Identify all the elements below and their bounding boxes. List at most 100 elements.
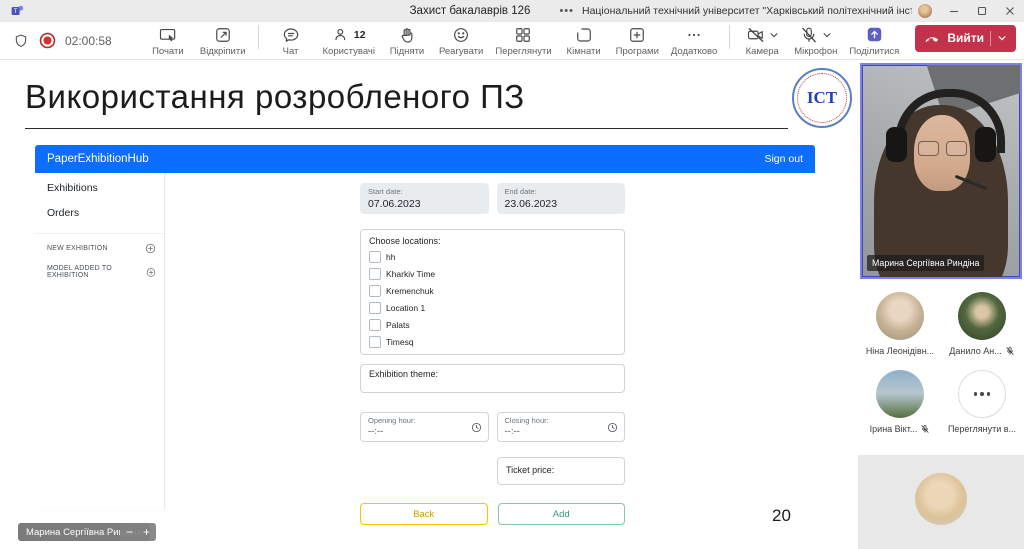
avatar [876, 370, 924, 418]
account-name[interactable]: Національний технічний університет "Харк… [582, 5, 912, 17]
participants-panel: Марина Сергіївна Риндіна Ніна Леонідівн.… [858, 60, 1024, 549]
participant-tile[interactable]: Ірина Вікт... [864, 370, 936, 434]
sign-out-link[interactable]: Sign out [764, 153, 803, 165]
speaker-name-tag: Марина Сергіївна Риндіна [867, 255, 984, 271]
participants-count-badge: 12 [354, 29, 366, 41]
rooms-button[interactable]: Кімнати [558, 24, 610, 58]
app-brand: PaperExhibitionHub [47, 153, 149, 165]
closing-hour-input[interactable]: Closing hour: --:-- [497, 412, 626, 442]
mic-off-icon [920, 424, 930, 434]
location-checkbox-palats[interactable]: Palats [369, 319, 616, 331]
window-titlebar: T Захист бакалаврів 126 ••• Національний… [0, 0, 1024, 22]
clock-icon[interactable] [471, 422, 482, 433]
chat-icon [281, 25, 301, 45]
checkbox[interactable] [369, 319, 381, 331]
locations-label: Choose locations: [369, 236, 616, 246]
titlebar-overflow-icon[interactable]: ••• [559, 5, 574, 17]
zoom-in-button[interactable]: + [143, 526, 150, 538]
maximize-button[interactable] [968, 0, 996, 22]
recording-indicator-icon [39, 32, 56, 49]
expand-circle-icon[interactable] [145, 243, 156, 254]
location-checkbox-location-1[interactable]: Location 1 [369, 302, 616, 314]
add-button[interactable]: Add [498, 503, 626, 525]
app-header: PaperExhibitionHub Sign out [35, 145, 815, 173]
ict-department-logo: ІСТ [792, 68, 852, 128]
checkbox[interactable] [369, 251, 381, 263]
checkbox[interactable] [369, 268, 381, 280]
participant-tiles: Ніна Леонідівн... Данило Ан... Ірина Вік… [864, 292, 1018, 434]
participants-button[interactable]: 12 Користувачі [317, 24, 381, 58]
more-button[interactable]: Додатково [665, 24, 723, 58]
expand-circle-icon[interactable] [146, 267, 156, 278]
camera-button[interactable]: Камера [736, 24, 788, 58]
app-sidebar: Exhibitions Orders NEW EXHIBITION MODEL … [35, 173, 165, 510]
chat-button[interactable]: Чат [265, 24, 317, 58]
checkbox[interactable] [369, 336, 381, 348]
avatar [876, 292, 924, 340]
opening-hour-input[interactable]: Opening hour: --:-- [360, 412, 489, 442]
meeting-title: Захист бакалаврів 126 [410, 5, 531, 17]
raise-hand-button[interactable]: Підняти [381, 24, 433, 58]
breakout-rooms-icon [574, 25, 594, 45]
sidebar-item-exhibitions[interactable]: Exhibitions [35, 173, 164, 198]
end-date-field[interactable]: End date: 23.06.2023 [497, 183, 626, 214]
slide-title: Використання розробленого ПЗ [25, 78, 525, 116]
avatar [958, 292, 1006, 340]
account-avatar[interactable] [918, 4, 932, 18]
mic-off-icon [799, 25, 819, 45]
ticket-price-input[interactable]: Ticket price: [497, 457, 625, 485]
locations-group: Choose locations: hh Kharkiv Time Kremen… [360, 229, 625, 355]
present-screen-icon [158, 25, 178, 45]
microphone-button[interactable]: Мікрофон [788, 24, 843, 58]
apps-plus-icon [627, 25, 647, 45]
unpin-icon [213, 25, 233, 45]
participant-tile[interactable]: Данило Ан... [946, 292, 1018, 356]
stage-zoom-controls: − + [120, 523, 156, 541]
teams-logo-icon: T [10, 3, 26, 19]
toolbar-divider [258, 25, 259, 49]
unpin-button[interactable]: Відкріпити [194, 24, 252, 58]
meeting-toolbar: 02:00:58 Почати Відкріпити Чат [0, 22, 1024, 60]
camera-off-icon [746, 25, 766, 45]
svg-text:T: T [14, 9, 18, 15]
start-presenting-button[interactable]: Почати [142, 24, 194, 58]
zoom-out-button[interactable]: − [126, 526, 133, 538]
checkbox[interactable] [369, 302, 381, 314]
close-button[interactable] [996, 0, 1024, 22]
slide-page-number: 20 [772, 506, 791, 526]
participant-tile[interactable]: Ніна Леонідівн... [864, 292, 936, 356]
apps-button[interactable]: Програми [610, 24, 665, 58]
chevron-down-icon[interactable] [822, 30, 832, 40]
minimize-button[interactable] [940, 0, 968, 22]
location-checkbox-hh[interactable]: hh [369, 251, 616, 263]
speaker-video-tile[interactable]: Марина Сергіївна Риндіна [860, 63, 1022, 279]
react-button[interactable]: Реагувати [433, 24, 489, 58]
self-avatar [915, 473, 967, 525]
exhibition-theme-input[interactable]: Exhibition theme: [360, 364, 625, 393]
view-more-participants-tile[interactable]: Переглянути в... [946, 370, 1018, 434]
sidebar-section-model-added[interactable]: MODEL ADDED TO EXHIBITION [35, 256, 164, 281]
location-checkbox-kremenchuk[interactable]: Kremenchuk [369, 285, 616, 297]
toolbar-divider [729, 25, 730, 49]
back-button[interactable]: Back [360, 503, 488, 525]
exhibition-form: Start date: 07.06.2023 End date: 23.06.2… [360, 183, 625, 525]
sidebar-item-orders[interactable]: Orders [35, 198, 164, 223]
clock-icon[interactable] [607, 422, 618, 433]
slide-title-underline [25, 128, 788, 129]
chevron-down-icon[interactable] [997, 33, 1007, 43]
sidebar-section-new-exhibition[interactable]: NEW EXHIBITION [35, 234, 164, 256]
self-preview-panel[interactable] [858, 455, 1024, 549]
app-content: Start date: 07.06.2023 End date: 23.06.2… [165, 173, 815, 510]
hangup-phone-icon [924, 30, 941, 47]
leave-button[interactable]: Вийти [915, 25, 1016, 52]
emoji-icon [451, 25, 471, 45]
checkbox[interactable] [369, 285, 381, 297]
view-button[interactable]: Переглянути [489, 24, 557, 58]
start-date-field[interactable]: Start date: 07.06.2023 [360, 183, 489, 214]
chevron-down-icon[interactable] [769, 30, 779, 40]
location-checkbox-kharkiv-time[interactable]: Kharkiv Time [369, 268, 616, 280]
end-date-value: 23.06.2023 [505, 198, 618, 210]
more-participants-icon[interactable] [958, 370, 1006, 418]
location-checkbox-timesq[interactable]: Timesq [369, 336, 616, 348]
share-button[interactable]: Поділитися [843, 24, 905, 58]
